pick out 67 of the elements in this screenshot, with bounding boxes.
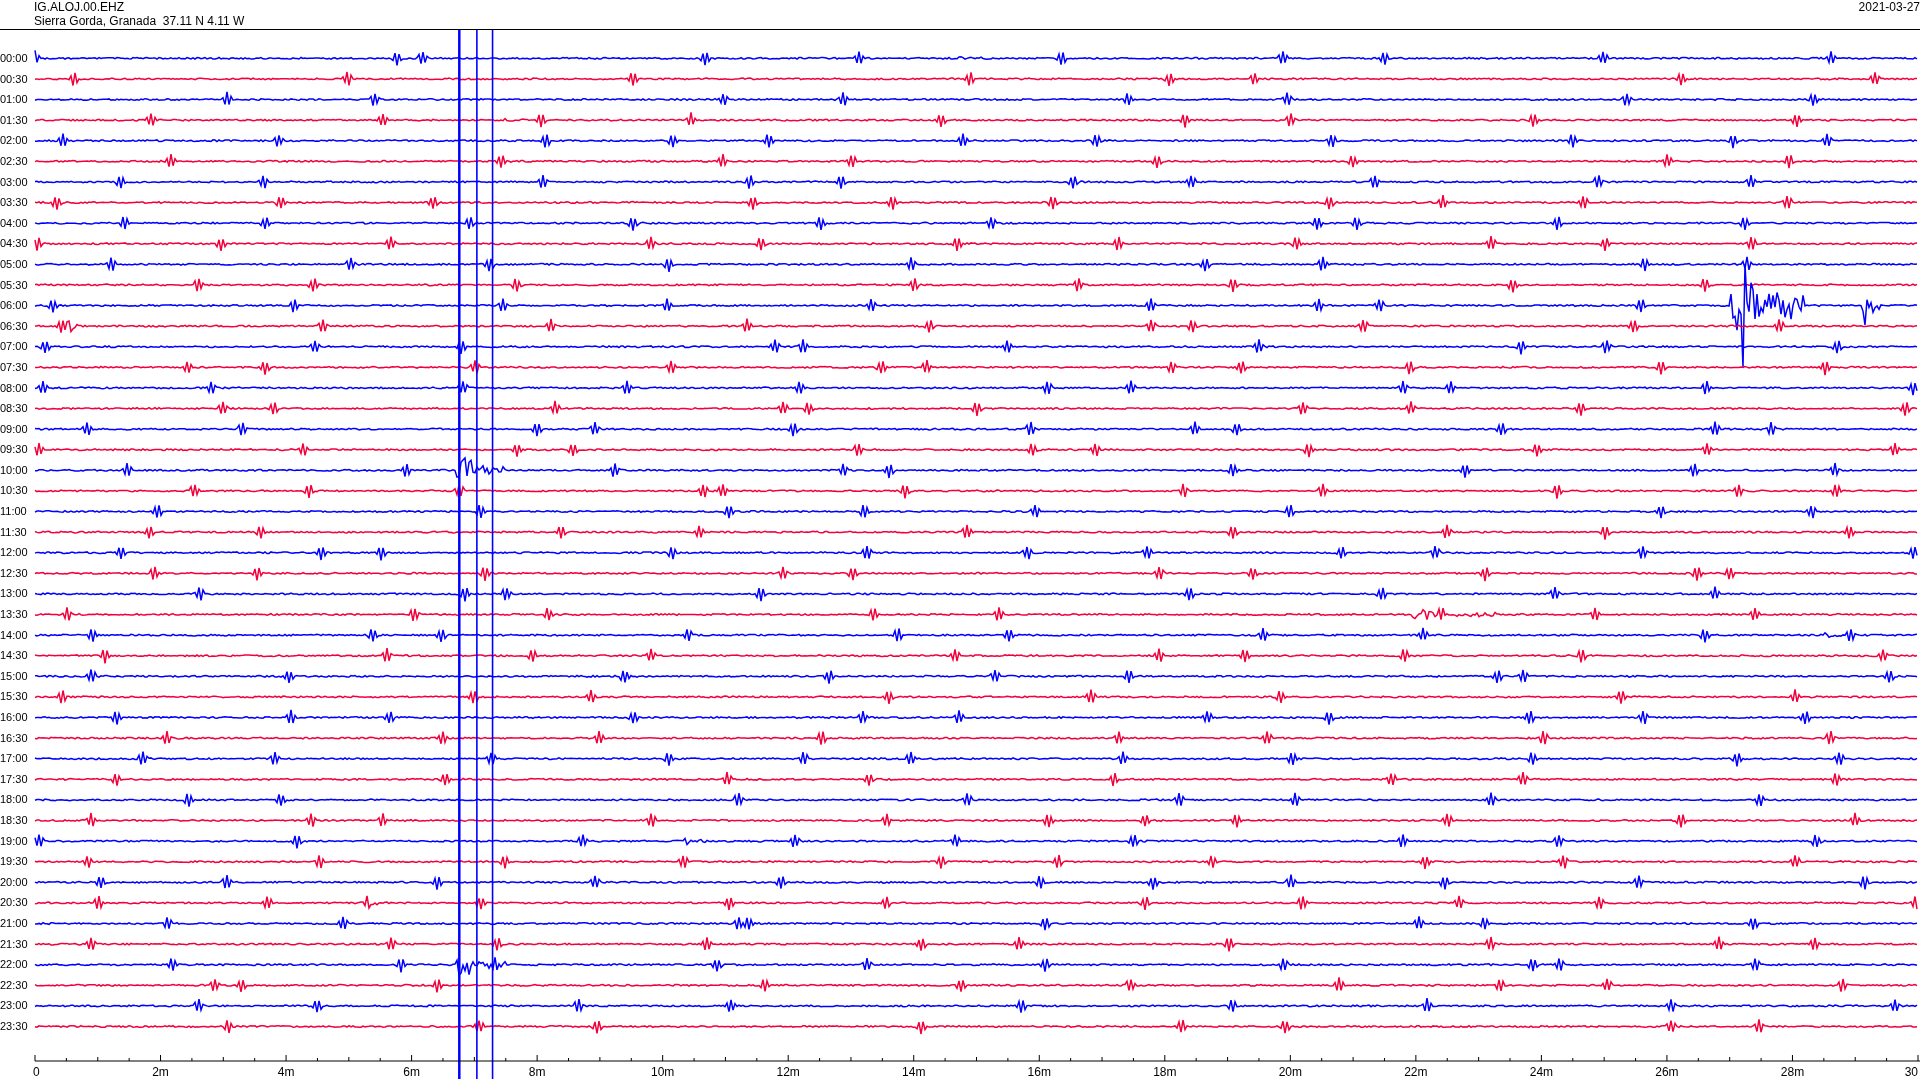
date-label: 2021-03-27 <box>1858 0 1920 14</box>
row-time-label: 20:30 <box>0 895 29 911</box>
row-time-label: 11:30 <box>0 524 28 540</box>
axis-tick-label: 24m <box>1529 1065 1554 1079</box>
row-time-label: 14:00 <box>0 627 29 643</box>
row-time-label: 07:30 <box>0 359 29 375</box>
row-time-label: 11:00 <box>0 504 28 520</box>
row-time-label: 15:00 <box>0 668 29 684</box>
axis-tick-label: 6m <box>403 1065 420 1079</box>
row-time-label: 19:00 <box>0 833 29 849</box>
row-time-label: 05:30 <box>0 277 29 293</box>
row-time-label: 23:30 <box>0 1018 29 1034</box>
row-time-label: 03:00 <box>0 174 29 190</box>
row-time-label: 08:30 <box>0 401 29 417</box>
station-code: IG.ALOJ.00.EHZ <box>34 0 126 14</box>
axis-tick-label: 2m <box>152 1065 169 1079</box>
row-time-label: 18:30 <box>0 812 29 828</box>
row-time-label: 20:00 <box>0 874 29 890</box>
row-time-label: 04:00 <box>0 215 29 231</box>
row-time-label: 06:00 <box>0 298 29 314</box>
row-time-label: 22:30 <box>0 977 29 993</box>
row-time-label: 08:00 <box>0 380 29 396</box>
axis-tick-label: 22m <box>1404 1065 1428 1079</box>
row-time-label: 02:00 <box>0 133 29 149</box>
row-time-label: 01:30 <box>0 112 29 128</box>
row-time-label: 18:00 <box>0 792 29 808</box>
row-time-label: 09:00 <box>0 421 29 437</box>
row-time-label: 12:30 <box>0 565 29 581</box>
row-time-label: 15:30 <box>0 689 29 705</box>
row-time-label: 00:00 <box>0 51 29 66</box>
row-time-label: 07:00 <box>0 339 29 355</box>
row-time-label: 23:00 <box>0 998 29 1014</box>
axis-tick-label: 0 <box>33 1065 40 1079</box>
row-time-label: 16:00 <box>0 710 29 725</box>
row-time-label: 22:00 <box>0 957 29 973</box>
row-time-label: 16:30 <box>0 730 29 746</box>
row-time-label: 01:00 <box>0 92 29 108</box>
row-time-label: 06:30 <box>0 318 29 334</box>
row-time-label: 21:00 <box>0 915 29 931</box>
row-time-label: 04:30 <box>0 236 29 252</box>
row-time-label: 17:00 <box>0 751 29 767</box>
station-location: Sierra Gorda, Granada 37.11 N 4.11 W <box>34 14 245 28</box>
axis-tick-label: 30 <box>1904 1065 1918 1079</box>
row-time-label: 17:30 <box>0 771 29 787</box>
row-time-label: 13:00 <box>0 586 29 602</box>
row-time-label: 10:30 <box>0 483 29 499</box>
axis-tick-label: 12m <box>776 1065 800 1079</box>
axis-tick-label: 4m <box>277 1065 295 1079</box>
row-time-label: 19:30 <box>0 854 29 870</box>
axis-tick-label: 20m <box>1278 1065 1302 1079</box>
row-time-label: 13:30 <box>0 607 29 623</box>
axis-tick-label: 10m <box>651 1065 675 1079</box>
axis-tick-label: 18m <box>1153 1065 1177 1079</box>
axis-tick-label: 28m <box>1780 1065 1805 1079</box>
row-time-label: 05:00 <box>0 256 29 272</box>
axis-tick-label: 14m <box>902 1065 926 1079</box>
row-time-label: 10:00 <box>0 462 29 478</box>
row-time-label: 12:00 <box>0 545 29 561</box>
row-time-label: 02:30 <box>0 153 29 169</box>
axis-tick-label: 26m <box>1655 1065 1679 1079</box>
row-time-label: 00:30 <box>0 71 29 87</box>
row-time-label: 21:30 <box>0 936 29 952</box>
row-time-label: 14:30 <box>0 648 29 664</box>
axis-tick-label: 16m <box>1027 1065 1051 1079</box>
row-time-label: 03:30 <box>0 195 29 211</box>
row-time-label: 09:30 <box>0 442 29 458</box>
axis-tick-label: 8m <box>528 1065 546 1079</box>
